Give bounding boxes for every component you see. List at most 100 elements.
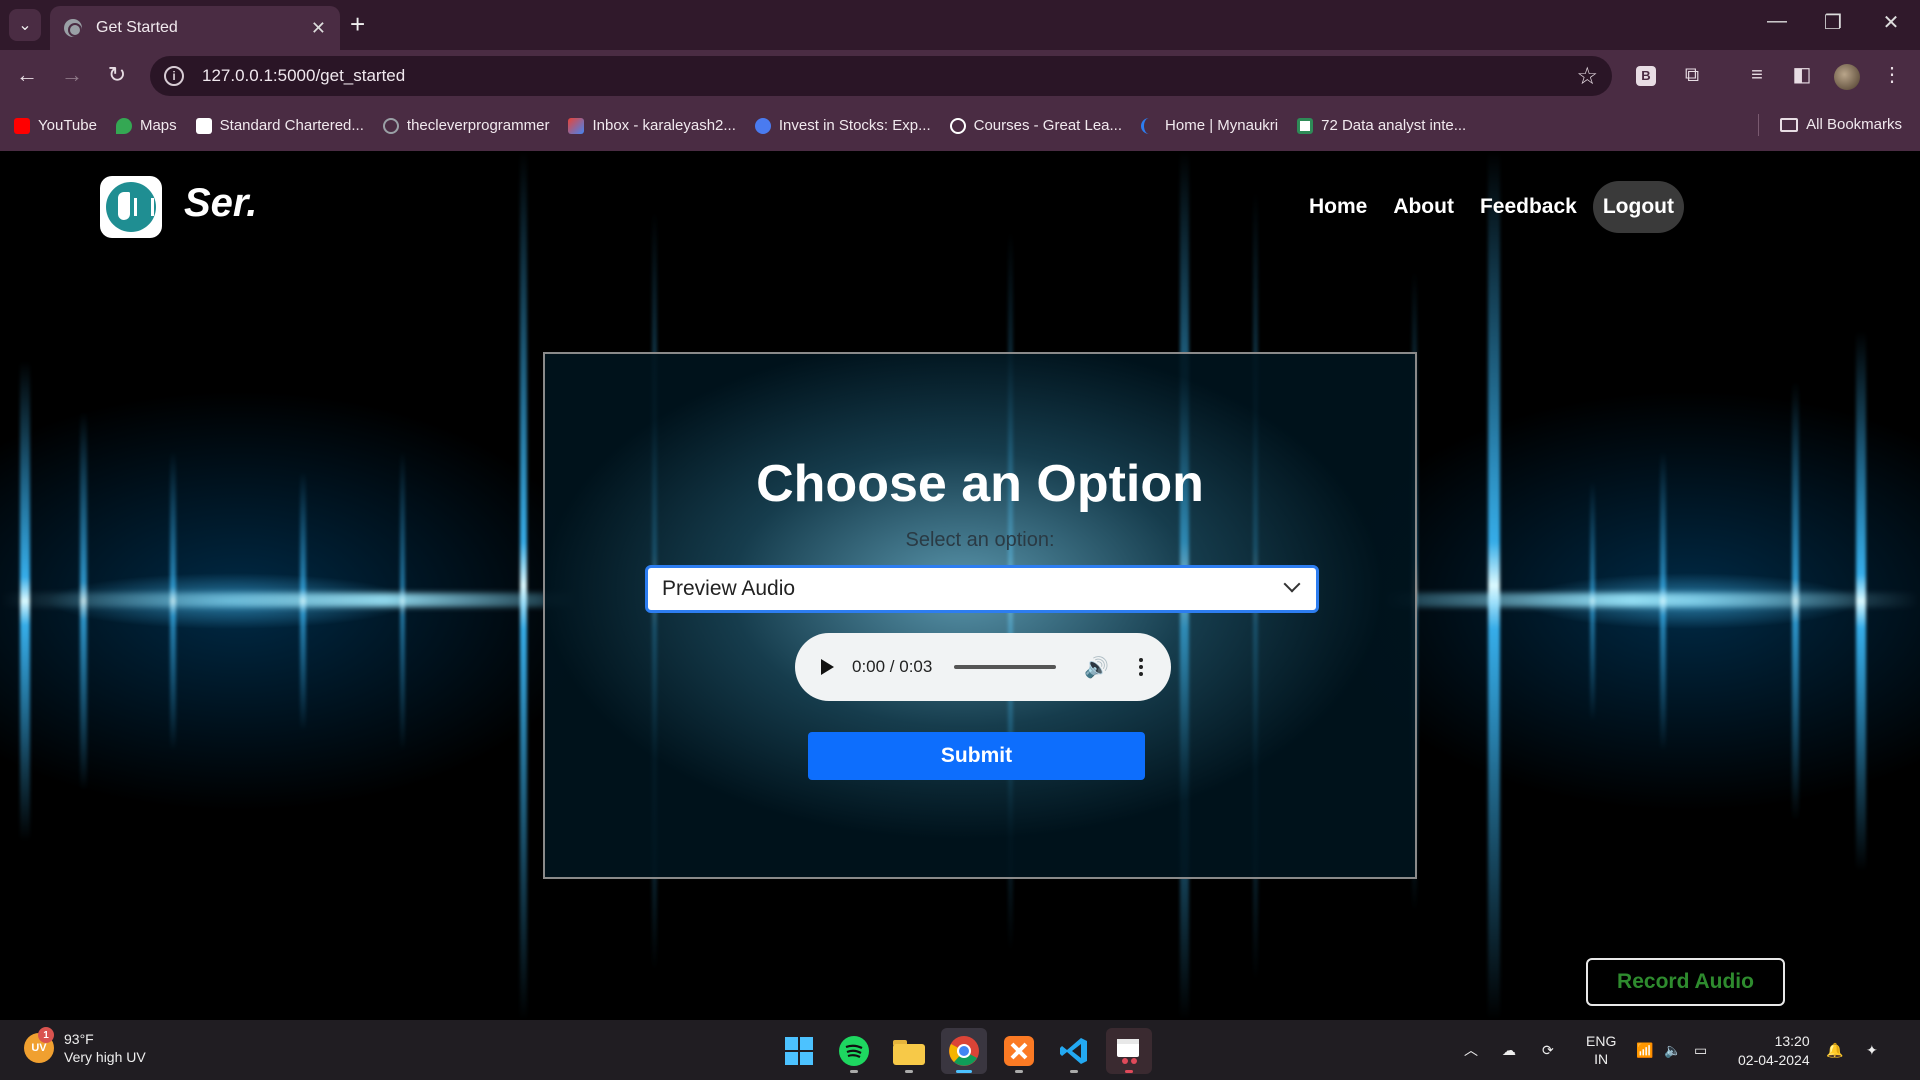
start-button[interactable]: [776, 1028, 822, 1074]
all-bookmarks-button[interactable]: All Bookmarks: [1780, 116, 1902, 133]
extension-b-icon[interactable]: B: [1636, 66, 1656, 86]
page-viewport: Ser. Home About Feedback Logout Choose a…: [0, 151, 1920, 1020]
snipping-tool-app[interactable]: [1106, 1028, 1152, 1074]
restore-icon[interactable]: ❐: [1818, 10, 1848, 35]
play-icon[interactable]: [821, 659, 834, 675]
page-title: Choose an Option: [756, 455, 1204, 513]
clock-time: 13:20: [1774, 1033, 1810, 1049]
back-icon[interactable]: ←: [12, 60, 42, 90]
bookmark-data-analyst[interactable]: 72 Data analyst inte...: [1297, 117, 1466, 134]
battery-icon[interactable]: ▭: [1694, 1020, 1707, 1080]
xampp-app[interactable]: [996, 1028, 1042, 1074]
onedrive-icon[interactable]: ☁: [1502, 1020, 1516, 1080]
bookmarks-bar: YouTube Maps Standard Chartered... thecl…: [0, 100, 1920, 151]
bookmark-stocks[interactable]: Invest in Stocks: Exp...: [754, 117, 931, 134]
wave-bar: [1488, 151, 1500, 1020]
record-audio-button[interactable]: Record Audio: [1586, 958, 1785, 1006]
more-menu-icon[interactable]: ⋮: [1880, 63, 1904, 87]
close-window-icon[interactable]: ✕: [1876, 10, 1906, 35]
bookmark-star-icon[interactable]: ☆: [1576, 62, 1598, 91]
browser-toolbar: ← → ↻ i 127.0.0.1:5000/get_started ☆ B ⧉…: [0, 50, 1920, 100]
nav-home[interactable]: Home: [1309, 195, 1367, 219]
windows-icon: [785, 1037, 813, 1065]
side-panel-icon[interactable]: ◧: [1790, 63, 1814, 87]
volume-icon[interactable]: 🔊: [1084, 655, 1109, 680]
standard-chartered-icon: [195, 117, 212, 134]
brand-name: Ser.: [184, 181, 258, 225]
file-explorer-app[interactable]: [886, 1028, 932, 1074]
bookmark-gmail[interactable]: Inbox - karaleyash2...: [568, 117, 736, 134]
xampp-icon: [1004, 1036, 1034, 1066]
audio-progress-slider[interactable]: [954, 665, 1057, 669]
spotify-app[interactable]: [831, 1028, 877, 1074]
youtube-icon: [14, 117, 30, 134]
chevron-up-icon[interactable]: ︿: [1464, 1020, 1478, 1080]
chevron-down-icon: [1283, 575, 1301, 593]
windows-taskbar: UV 1 93°F Very high UV ︿ ☁ ⟳ ENG IN 📶 🔈 …: [0, 1020, 1920, 1080]
clock-date: 02-04-2024: [1738, 1052, 1810, 1068]
google-icon: [949, 117, 966, 134]
audio-player: 0:00 / 0:03 🔊: [795, 633, 1171, 701]
mynaukri-icon: [1141, 117, 1157, 134]
globe-icon: [64, 19, 82, 37]
weather-temp: 93°F: [64, 1031, 94, 1047]
uv-icon: UV 1: [24, 1027, 54, 1063]
copilot-icon[interactable]: ✦: [1866, 1020, 1878, 1080]
site-logo[interactable]: [100, 176, 162, 238]
weather-desc: Very high UV: [64, 1049, 146, 1065]
select-label: Select an option:: [905, 529, 1055, 551]
notification-badge: 1: [38, 1027, 54, 1043]
vscode-icon: [1060, 1038, 1087, 1064]
folder-icon: [893, 1040, 925, 1065]
wave-bar: [1660, 451, 1666, 751]
tab-search-button[interactable]: ⌄: [9, 9, 41, 41]
notification-bell-icon[interactable]: 🔔: [1826, 1020, 1843, 1080]
address-bar[interactable]: i 127.0.0.1:5000/get_started ☆: [150, 56, 1612, 96]
new-tab-button[interactable]: +: [350, 10, 365, 38]
weather-widget[interactable]: UV 1 93°F Very high UV: [24, 1027, 146, 1066]
bookmark-standard-chartered[interactable]: Standard Chartered...: [195, 117, 364, 134]
maps-icon: [115, 117, 132, 134]
speaker-icon[interactable]: 🔈: [1664, 1020, 1681, 1080]
chrome-app[interactable]: [941, 1028, 987, 1074]
extensions-puzzle-icon[interactable]: ⧉: [1680, 63, 1704, 87]
wave-bar: [300, 471, 306, 731]
bookmark-great-learning[interactable]: Courses - Great Lea...: [949, 117, 1122, 134]
wave-bar: [520, 151, 527, 1020]
language-indicator[interactable]: ENG IN: [1586, 1020, 1616, 1080]
stocks-icon: [754, 117, 771, 134]
audio-time: 0:00 / 0:03: [852, 657, 933, 676]
wave-bar: [400, 451, 405, 751]
forward-icon[interactable]: →: [57, 60, 87, 90]
data-analyst-icon: [1297, 117, 1314, 134]
bookmark-mynaukri[interactable]: Home | Mynaukri: [1141, 117, 1278, 134]
clock[interactable]: 13:20 02-04-2024: [1738, 1032, 1810, 1070]
wave-bar: [1856, 331, 1866, 871]
tab-strip: ⌄ Get Started ✕ + — ❐ ✕: [0, 0, 1920, 50]
reload-icon[interactable]: ↻: [102, 60, 132, 90]
media-controls-icon[interactable]: ≡: [1745, 63, 1769, 87]
bookmark-thecleverprogrammer[interactable]: thecleverprogrammer: [382, 117, 549, 134]
sync-icon[interactable]: ⟳: [1542, 1020, 1554, 1080]
tab-get-started[interactable]: Get Started ✕: [50, 6, 340, 50]
audio-more-icon[interactable]: [1139, 658, 1144, 676]
close-tab-icon[interactable]: ✕: [311, 18, 326, 39]
url-text: 127.0.0.1:5000/get_started: [202, 66, 406, 85]
taskbar-apps: [776, 1028, 1161, 1074]
option-select[interactable]: Preview Audio: [645, 565, 1319, 613]
nav-logout[interactable]: Logout: [1592, 181, 1684, 233]
wave-bar: [20, 361, 30, 841]
submit-button[interactable]: Submit: [808, 732, 1145, 780]
bookmark-youtube[interactable]: YouTube: [14, 117, 97, 134]
vscode-app[interactable]: [1051, 1028, 1097, 1074]
nav-about[interactable]: About: [1393, 195, 1454, 219]
nav-feedback[interactable]: Feedback: [1480, 195, 1577, 219]
selected-option: Preview Audio: [662, 577, 796, 600]
bookmark-maps[interactable]: Maps: [115, 117, 177, 134]
profile-avatar[interactable]: [1834, 64, 1860, 90]
gmail-icon: [568, 117, 585, 134]
site-info-icon[interactable]: i: [164, 66, 184, 86]
minimize-icon[interactable]: —: [1762, 10, 1792, 33]
wifi-icon[interactable]: 📶: [1636, 1020, 1653, 1080]
chrome-icon: [949, 1036, 979, 1066]
